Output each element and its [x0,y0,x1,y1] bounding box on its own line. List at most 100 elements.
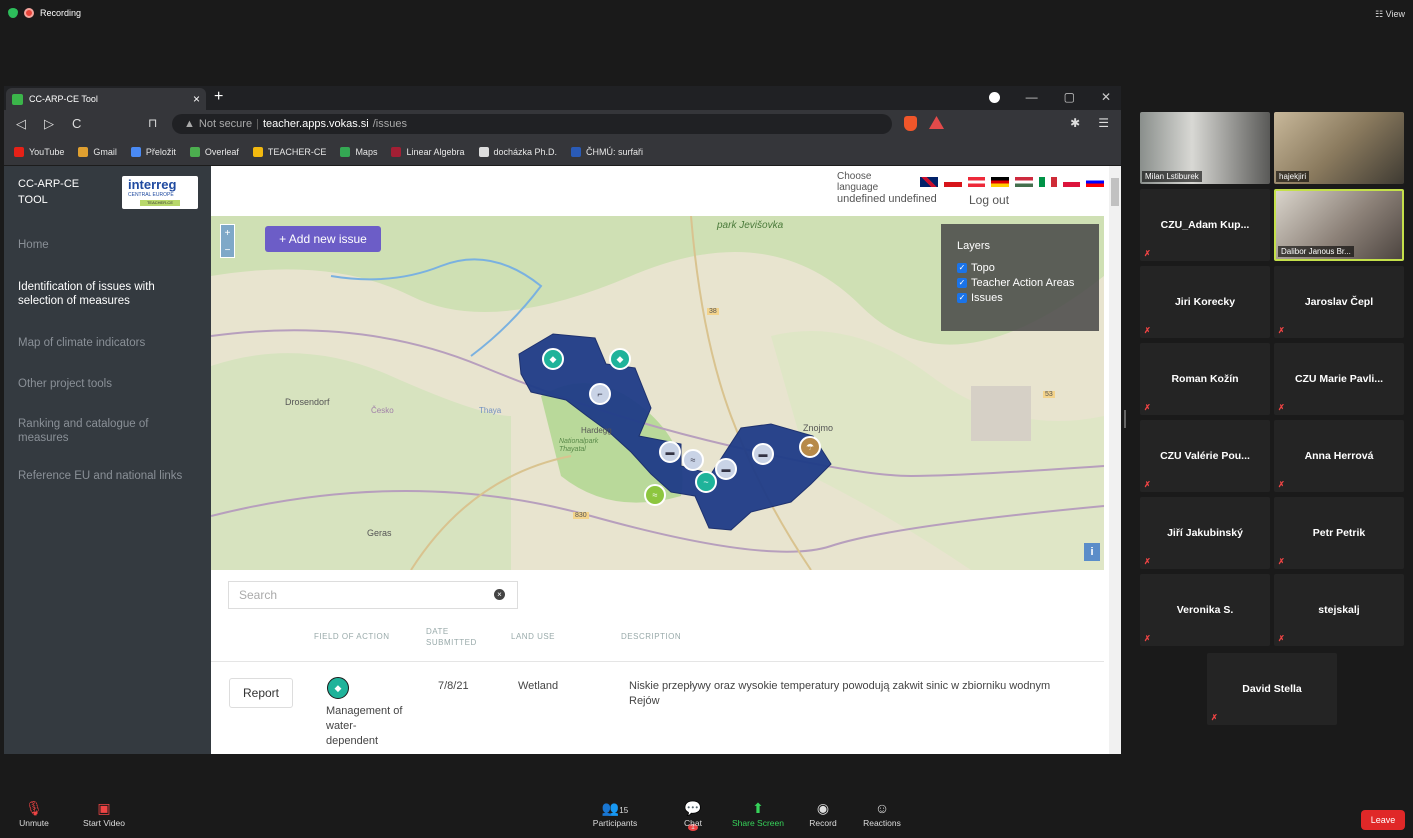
checkbox-checked-icon[interactable]: ✓ [957,263,967,273]
nav-item-identification[interactable]: Identification of issues with selection … [4,280,211,336]
column-header[interactable]: DATE SUBMITTED [426,626,486,648]
back-icon[interactable]: ◁ [16,116,26,132]
bookmark-item[interactable]: TEACHER-CE [252,146,326,157]
scrollbar-thumb[interactable] [1111,178,1119,206]
tab-title: CC-ARP-CE Tool [29,94,98,104]
zoom-in-button[interactable]: + [225,225,231,242]
participant-tile[interactable]: Jaroslav Čepl ✗ [1274,266,1404,338]
search-input[interactable]: Search × [228,581,518,609]
issue-marker-fish-icon[interactable]: ◆ [542,348,564,370]
url-field[interactable]: ▲ Not secure | teacher.apps.vokas.si/iss… [172,114,892,134]
bookmark-item[interactable]: YouTube [14,146,64,157]
minimize-icon[interactable]: — [1026,90,1038,104]
info-button[interactable]: i [1084,543,1100,561]
participant-tile[interactable]: Jiri Korecky ✗ [1140,266,1270,338]
column-header[interactable]: FIELD OF ACTION [314,632,390,641]
flag-it-icon[interactable] [1038,177,1057,187]
nav-item-ranking[interactable]: Ranking and catalogue of measures [4,417,211,469]
record-button[interactable]: ◉ Record [806,798,840,828]
profile-icon[interactable] [988,91,1000,103]
active-speaker-tile[interactable]: Dalibor Janous Br... [1274,189,1404,261]
nav-item-climate-map[interactable]: Map of climate indicators [4,336,211,377]
issue-marker-boat-icon[interactable]: ▬ [715,458,737,480]
video-tile[interactable]: Milan Lstiburek [1140,112,1270,184]
flag-at-icon[interactable] [967,177,986,187]
nav-item-other-tools[interactable]: Other project tools [4,377,211,417]
participant-tile[interactable]: CZU_Adam Kup... ✗ [1140,189,1270,261]
recording-indicator[interactable]: Recording [8,8,81,18]
browser-tab[interactable]: CC-ARP-CE Tool × [6,88,206,110]
app-brand[interactable]: CC-ARP-CE TOOL [18,176,79,208]
checkbox-checked-icon[interactable]: ✓ [957,278,967,288]
clear-search-icon[interactable]: × [494,589,505,600]
issue-marker-fish-icon[interactable]: ◆ [609,348,631,370]
flag-hu-icon[interactable] [1015,177,1033,187]
leave-button[interactable]: Leave [1361,810,1405,830]
checkbox-checked-icon[interactable]: ✓ [957,293,967,303]
flag-si-icon[interactable] [1086,177,1104,187]
participant-tile[interactable]: Veronika S. ✗ [1140,574,1270,646]
bookmark-item[interactable]: ČHMÚ: surfaři [571,146,643,157]
issue-marker-wave-icon[interactable]: ~ [695,471,717,493]
participant-tile[interactable]: David Stella ✗ [1207,653,1337,725]
participants-button[interactable]: 👥15 Participants [590,798,640,828]
issue-marker-swim-icon[interactable]: ≈ [682,449,704,471]
unmute-button[interactable]: 🎙 Unmute [16,798,52,828]
column-header[interactable]: DESCRIPTION [621,632,681,641]
participant-tile[interactable]: Anna Herrová ✗ [1274,420,1404,492]
bookmark-item[interactable]: Overleaf [189,146,239,157]
flag-cz-icon[interactable] [943,177,962,187]
brave-shield-icon[interactable] [904,116,917,131]
flag-de-icon[interactable] [991,177,1010,187]
menu-icon[interactable]: ☰ [1098,116,1109,130]
participant-name: CZU_Adam Kup... [1160,219,1250,231]
brave-rewards-icon[interactable] [929,116,944,129]
map-view[interactable]: park Jevišovka Drosendorf Česko Thaya Ha… [211,216,1104,570]
chat-button[interactable]: 💬1 Chat [680,798,706,831]
issue-marker-swim-icon[interactable]: ≈ [644,484,666,506]
flag-pl-icon[interactable] [1062,177,1081,187]
new-tab-button[interactable]: + [214,88,223,106]
participant-tile[interactable]: Jiří Jakubinský ✗ [1140,497,1270,569]
page-scrollbar[interactable] [1109,166,1121,754]
flag-uk-icon[interactable] [920,177,938,187]
report-button[interactable]: Report [229,678,293,708]
layer-row[interactable]: ✓ Issues [957,292,1083,304]
start-video-button[interactable]: ▣ Start Video [76,798,132,828]
forward-icon[interactable]: ▷ [44,116,54,132]
reload-icon[interactable]: C [72,116,81,132]
participant-tile[interactable]: CZU Valérie Pou... ✗ [1140,420,1270,492]
close-window-icon[interactable]: ✕ [1101,90,1111,104]
layer-row[interactable]: ✓ Teacher Action Areas [957,277,1083,289]
extensions-icon[interactable]: ✱ [1070,116,1080,130]
add-new-issue-button[interactable]: + Add new issue [265,226,381,252]
maximize-icon[interactable]: ▢ [1064,90,1075,104]
view-button[interactable]: ☷ View [1375,9,1405,20]
participant-tile[interactable]: Roman Kožín ✗ [1140,343,1270,415]
issue-marker-boat-icon[interactable]: ▬ [752,443,774,465]
bookmark-item[interactable]: docházka Ph.D. [478,146,557,157]
zoom-out-button[interactable]: − [225,242,231,259]
participant-tile[interactable]: stejskalj ✗ [1274,574,1404,646]
table-header: FIELD OF ACTION DATE SUBMITTED LAND USE … [211,621,1104,661]
nav-item-home[interactable]: Home [4,236,211,280]
video-tile[interactable]: hajekjiri [1274,112,1404,184]
participant-tile[interactable]: CZU Marie Pavli... ✗ [1274,343,1404,415]
bookmark-item[interactable]: Gmail [78,146,117,157]
participant-tile[interactable]: Petr Petrik ✗ [1274,497,1404,569]
layer-row[interactable]: ✓ Topo [957,262,1083,274]
issue-marker-weather-icon[interactable]: ☂ [799,436,821,458]
close-tab-icon[interactable]: × [193,92,200,106]
bookmark-item[interactable]: Maps [340,146,377,157]
bookmark-item[interactable]: Linear Algebra [391,146,465,157]
issue-marker-boat-icon[interactable]: ▬ [659,441,681,463]
issue-marker-water-icon[interactable]: ⌐ [589,383,611,405]
column-header[interactable]: LAND USE [511,632,555,641]
bookmark-item[interactable]: Přeložit [130,146,176,157]
reactions-button[interactable]: ☺ Reactions [860,798,904,828]
share-screen-button[interactable]: ⬆ Share Screen [730,798,786,828]
nav-item-reference-links[interactable]: Reference EU and national links [4,469,211,509]
bookmark-icon[interactable]: ⊓ [148,116,157,130]
logout-link[interactable]: Log out [969,193,1009,207]
panel-resize-handle[interactable] [1124,410,1126,428]
